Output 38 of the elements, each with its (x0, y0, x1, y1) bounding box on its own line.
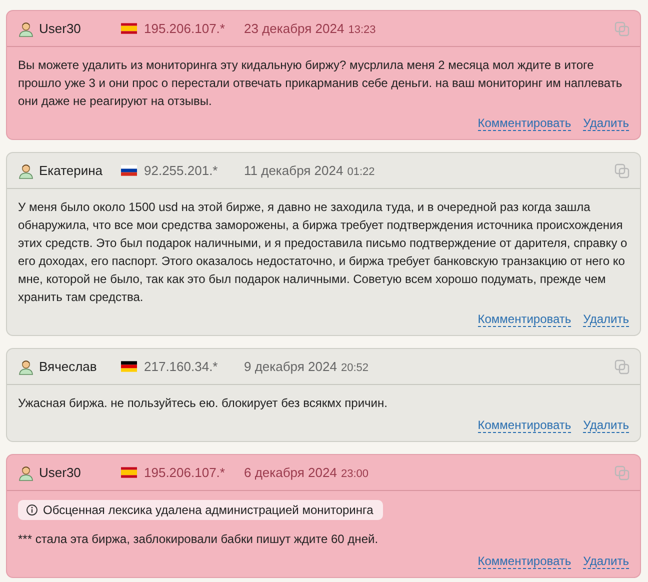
action-link[interactable]: Комментировать (478, 554, 572, 569)
ip-address: 195.206.107.* (144, 464, 226, 482)
ip-address: 92.255.201.* (144, 162, 219, 180)
copy-icon[interactable] (614, 464, 630, 480)
author-name: Вячеслав (39, 358, 98, 376)
info-icon (26, 504, 38, 516)
author-name: Екатерина (39, 162, 104, 180)
author-name: User30 (39, 20, 82, 38)
action-link[interactable]: Удалить (583, 312, 629, 327)
review-text: Вы можете удалить из мониторинга эту кидальную биржу? мусрлила меня 2 месяца мол ждите в итоге прошло уже 3 и они прос о перестали отвечать прикарманив себе деньги. на ваш мониторинг им наплевать они даже не реагируют на отзывы. (18, 57, 624, 110)
action-link[interactable]: Комментировать (478, 312, 572, 327)
notice-text: Обсценная лексика удалена администрацией мониторинга (43, 503, 374, 517)
copy-icon[interactable] (614, 358, 630, 374)
action-link[interactable]: Комментировать (478, 418, 572, 433)
action-link[interactable]: Удалить (583, 418, 629, 433)
review-date: 11 декабря 2024 (244, 162, 344, 180)
review-date: 9 декабря 2024 (244, 358, 337, 376)
author-name: User30 (39, 464, 82, 482)
user-icon (18, 20, 34, 36)
user-icon (18, 162, 34, 178)
review-time: 23:00 (340, 467, 368, 482)
action-link[interactable]: Удалить (583, 554, 629, 569)
review-date: 6 декабря 2024 (244, 464, 337, 482)
review-text: *** стала эта биржа, заблокировали бабки пишут ждите 60 дней. (18, 531, 380, 548)
ip-address: 217.160.34.* (144, 358, 219, 376)
review-time: 20:52 (340, 361, 368, 376)
user-icon (18, 358, 34, 374)
action-link[interactable]: Удалить (583, 116, 629, 131)
review-date: 23 декабря 2024 (244, 20, 344, 38)
ip-address: 195.206.107.* (144, 20, 226, 38)
user-icon (18, 464, 34, 480)
review-time: 01:22 (347, 165, 375, 180)
review-text: Ужасная биржа. не пользуйтесь ею. блокирует без всякмх причин. (18, 395, 388, 412)
action-link[interactable]: Комментировать (478, 116, 572, 131)
copy-icon[interactable] (614, 20, 630, 36)
review-text: У меня было около 1500 usd на этой бирже, я давно не заходила туда, и в очередной раз когда зашла обнаружила, что все мои средства заморожены, а биржа требует подтверждения источника происхождения этих средств. Это был подарок наличными, и я предоставила письмо подтверждение от дарителя, справку о его доходах, его паспорт. Этого оказалось недостаточно, и биржа требует банковскую транзакцию от него ко мне, которой не было, так как это был подарок наличными. Советую всем хорошо подумать, прежде чем хранить там средства. (18, 199, 628, 306)
review-time: 13:23 (348, 23, 376, 38)
copy-icon[interactable] (614, 162, 630, 178)
